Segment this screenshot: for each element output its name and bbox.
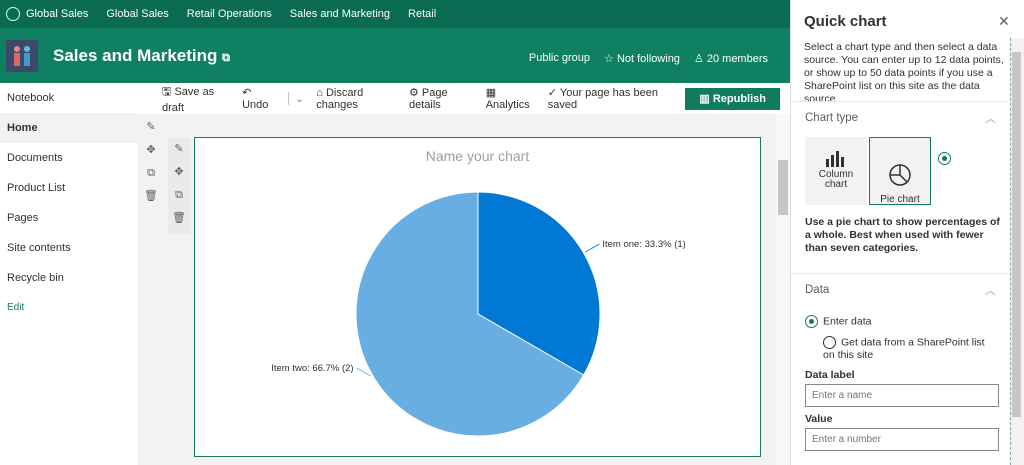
delete-icon[interactable]: 🗑 [140,185,162,208]
value-input[interactable] [805,428,999,451]
column-chart-icon [805,149,867,170]
enter-data-radio[interactable]: Enter data [805,315,871,328]
hub-link[interactable]: Sales and Marketing [290,8,390,20]
canvas-scroll-thumb[interactable] [778,160,788,215]
discard-button[interactable]: ⌂ Discard changes [316,87,397,111]
pie-chart-label: Pie chart [880,194,920,205]
undo-icon: ↶ [242,87,252,99]
duplicate-webpart-icon[interactable]: ⧉ [168,184,190,207]
members-button[interactable]: ♙ 20 members [694,52,768,65]
enter-data-label: Enter data [823,315,872,328]
hub-link[interactable]: Retail [408,8,436,20]
analytics-icon: ▦ [485,87,497,99]
nav-item-pages[interactable]: Pages [0,203,138,233]
book-icon: ▥ [699,93,713,105]
data-label-heading: Data label [805,369,855,381]
pie-chart: Item one: 33.3% (1) Item two: 66.7% (2) [271,191,686,437]
panel-title: Quick chart [804,13,887,30]
panel-description: Select a chart type and then select a da… [804,41,1004,105]
star-icon: ☆ [604,53,617,65]
data-label: Item one: 33.3% (1) [602,239,685,250]
discard-icon: ⌂ [316,86,326,99]
chart-type-heading[interactable]: Chart type [805,112,858,124]
sharepoint-list-label: Get data from a SharePoint list on this … [823,336,985,362]
hub-logo-icon[interactable] [6,7,20,21]
gear-icon: ⚙ [408,87,422,99]
nav-item-recycle-bin[interactable]: Recycle bin [0,263,138,293]
property-pane: Quick chart ✕ Select a chart type and th… [790,0,1011,465]
undo-label: Undo [242,99,269,111]
hub-link[interactable]: Global Sales [26,8,88,20]
nav-item-notebook[interactable]: Notebook [0,83,138,113]
command-bar: 🖫 Save as draft ↶ Undo ⌄ ⌂ Discard chang… [138,83,790,114]
quick-chart-webpart[interactable]: Name your chart Item one: 33.3% (1) Item … [194,137,761,457]
analytics-label: Analytics [485,99,530,111]
data-label-leader [356,367,371,377]
nav-item-product-list[interactable]: Product List [0,173,138,203]
left-nav: Notebook Home Documents Product List Pag… [0,83,138,465]
teams-icon: ⧉ [222,52,230,64]
suite-nav: Global Sales Global Sales Retail Operati… [0,0,790,28]
check-icon: ✓ [547,87,560,99]
follow-label: Not following [616,53,680,65]
site-title[interactable]: Sales and Marketing [53,46,217,65]
undo-dropdown[interactable]: ⌄ [288,92,304,105]
data-heading[interactable]: Data [805,284,829,296]
hub-link[interactable]: Retail Operations [187,8,272,20]
save-status: ✓ Your page has been saved [548,86,674,111]
selected-indicator [938,152,951,165]
value-heading: Value [805,413,833,425]
radio-icon [823,336,836,349]
nav-item-documents[interactable]: Documents [0,143,138,173]
analytics-button[interactable]: ▦ Analytics [486,86,536,111]
data-label-input[interactable] [805,384,999,407]
webpart-toolbar: ✎ ✥ ⧉ 🗑 [168,138,190,234]
site-header: Sales and Marketing ⧉ Public group ☆ Not… [0,28,790,83]
move-webpart-icon[interactable]: ✥ [168,161,190,184]
save-status-label: Your page has been saved [547,87,658,111]
data-label: Item two: 66.7% (2) [271,363,353,374]
close-icon[interactable]: ✕ [998,13,1010,30]
republish-button[interactable]: ▥ Republish [685,87,780,110]
chevron-up-icon[interactable]: ︿ [985,110,996,126]
save-draft-button[interactable]: 🖫 Save as draft [162,83,230,114]
data-label-leader [585,243,600,253]
chevron-up-icon[interactable]: ︿ [985,282,996,298]
save-icon: 🖫 [162,86,175,98]
delete-webpart-icon[interactable]: 🗑 [168,207,190,230]
republish-label: Republish [712,92,766,105]
radio-icon [805,315,818,328]
page-details-button[interactable]: ⚙ Page details [409,86,474,111]
person-icon: ♙ [693,53,707,65]
pie-chart-option[interactable]: Pie chart [869,137,951,205]
column-chart-option[interactable]: Column chart [805,137,867,205]
section-toolbar: ✎ ✥ ⧉ 🗑 [140,116,162,206]
edit-section-icon[interactable]: ✎ [140,116,162,139]
nav-item-home[interactable]: Home [0,113,138,143]
duplicate-icon[interactable]: ⧉ [140,162,162,185]
public-group-label: Public group [528,52,591,64]
pie-chart-icon [870,163,930,190]
nav-item-site-contents[interactable]: Site contents [0,233,138,263]
undo-button[interactable]: ↶ Undo [242,86,276,111]
nav-edit-link[interactable]: Edit [0,293,138,323]
members-label: 20 members [706,53,768,65]
pie-description: Use a pie chart to show percentages of a… [805,216,1000,254]
sharepoint-list-radio[interactable]: Get data from a SharePoint list on this … [805,336,995,362]
column-chart-label: Column chart [818,169,854,190]
hub-link[interactable]: Global Sales [106,8,168,20]
follow-button[interactable]: ☆ Not following [604,52,680,65]
edit-webpart-icon[interactable]: ✎ [168,138,190,161]
site-logo[interactable] [6,40,38,72]
move-icon[interactable]: ✥ [140,139,162,162]
panel-scroll-thumb[interactable] [1012,52,1021,417]
